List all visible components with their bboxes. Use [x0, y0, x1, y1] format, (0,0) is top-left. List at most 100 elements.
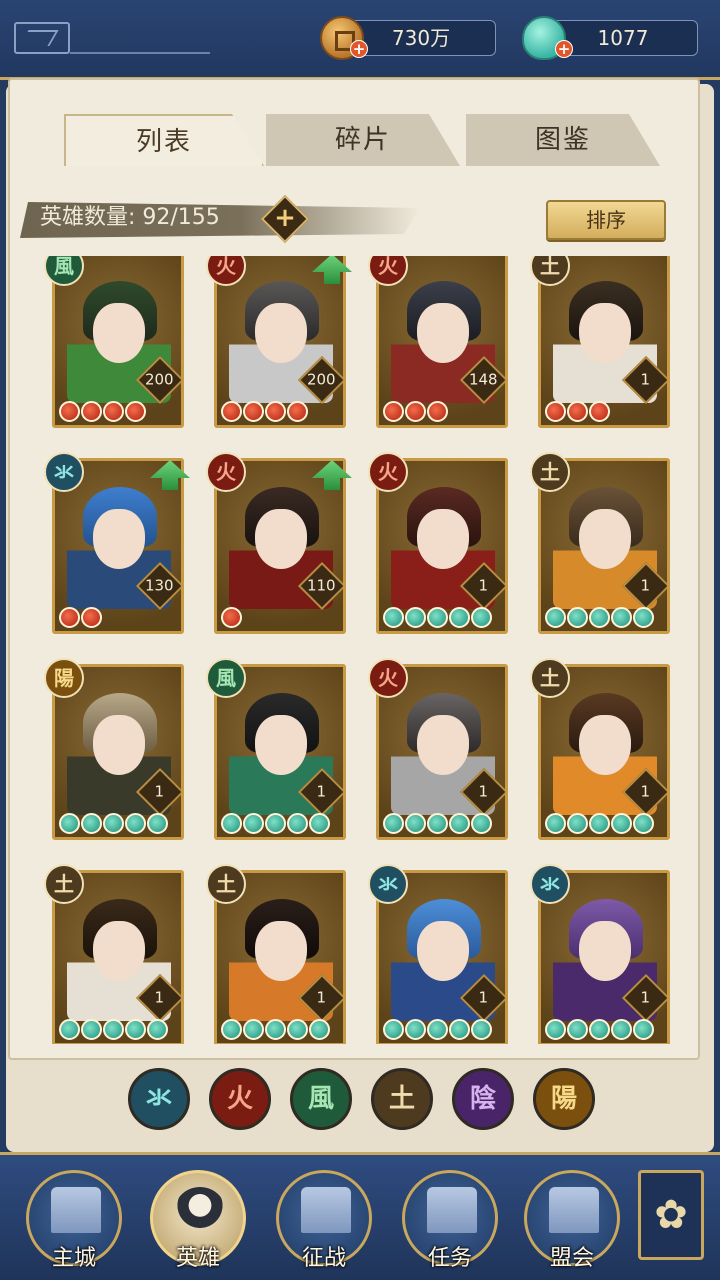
star-icon [265, 813, 286, 834]
fire-element-icon: 火 [368, 658, 408, 698]
sort-button[interactable]: 排序 [546, 200, 666, 240]
star-row [59, 401, 146, 422]
star-icon [243, 1019, 264, 1040]
filter-water-button[interactable]: 氺 [128, 1068, 190, 1130]
pavilion-icon [549, 1187, 599, 1233]
level-text: 130 [144, 576, 174, 595]
star-icon [103, 401, 124, 422]
coin-amount: 730万 [391, 26, 451, 50]
star-icon [589, 1019, 610, 1040]
star-icon [545, 813, 566, 834]
star-row [59, 607, 102, 628]
star-icon [611, 813, 632, 834]
earth-element-icon: 土 [530, 658, 570, 698]
filter-yang-button[interactable]: 陽 [533, 1068, 595, 1130]
star-icon [405, 401, 426, 422]
filter-earth-button[interactable]: 土 [371, 1068, 433, 1130]
hero-face [579, 715, 631, 775]
star-icon [309, 813, 330, 834]
star-icon [383, 607, 404, 628]
four-petal-icon: ✿ [654, 1192, 688, 1238]
earth-element-icon: 土 [206, 864, 246, 904]
star-icon [383, 1019, 404, 1040]
star-icon [471, 813, 492, 834]
star-icon [125, 1019, 146, 1040]
level-text: 200 [306, 370, 336, 389]
water-element-icon: 氺 [368, 864, 408, 904]
star-icon [221, 813, 242, 834]
hero-face [417, 921, 469, 981]
star-row [221, 607, 242, 628]
add-jade-button[interactable]: + [555, 40, 573, 58]
star-icon [309, 1019, 330, 1040]
star-icon [589, 401, 610, 422]
nav-label: 英雄 [175, 1246, 220, 1271]
star-icon [125, 813, 146, 834]
fire-element-icon: 火 [368, 452, 408, 492]
star-row [59, 813, 168, 834]
star-icon [449, 1019, 470, 1040]
star-icon [611, 607, 632, 628]
scroll-icon [427, 1187, 477, 1233]
star-icon [287, 401, 308, 422]
filter-fire-button[interactable]: 火 [209, 1068, 271, 1130]
star-icon [243, 401, 264, 422]
star-icon [125, 401, 146, 422]
star-icon [405, 607, 426, 628]
level-text: 110 [306, 576, 336, 595]
hero-face [579, 921, 631, 981]
level-text: 1 [640, 370, 651, 389]
add-coin-button[interactable]: + [350, 40, 368, 58]
star-icon [545, 1019, 566, 1040]
star-icon [81, 1019, 102, 1040]
hero-face [93, 509, 145, 569]
star-icon [611, 1019, 632, 1040]
water-element-icon: 氺 [44, 452, 84, 492]
star-icon [81, 401, 102, 422]
star-icon [59, 1019, 80, 1040]
star-icon [427, 813, 448, 834]
level-text: 1 [478, 576, 489, 595]
star-icon [545, 607, 566, 628]
tab-fragments[interactable]: 碎片 [266, 114, 460, 166]
star-icon [243, 813, 264, 834]
level-text: 1 [640, 988, 651, 1007]
star-icon [383, 813, 404, 834]
star-icon [427, 401, 448, 422]
star-icon [405, 813, 426, 834]
star-icon [147, 813, 168, 834]
menu-button[interactable]: ✿ [638, 1170, 704, 1260]
star-icon [103, 813, 124, 834]
star-row [221, 813, 330, 834]
nav-label: 盟会 [549, 1246, 594, 1271]
star-icon [589, 813, 610, 834]
nav-label: 任务 [427, 1246, 472, 1271]
coin-counter[interactable]: 730万 [346, 20, 496, 56]
star-icon [81, 813, 102, 834]
level-text: 1 [478, 988, 489, 1007]
hero-count: 英雄数量: 92/155 [40, 205, 220, 230]
hero-face [255, 509, 307, 569]
battle-horn-icon [301, 1187, 351, 1233]
star-icon [59, 401, 80, 422]
star-icon [383, 401, 404, 422]
hero-face [93, 715, 145, 775]
level-text: 1 [316, 988, 327, 1007]
star-icon [633, 607, 654, 628]
star-icon [633, 813, 654, 834]
star-icon [567, 813, 588, 834]
tab-codex-label: 图鉴 [534, 125, 591, 155]
hero-portrait-icon [175, 1187, 225, 1233]
tab-codex[interactable]: 图鉴 [466, 114, 660, 166]
tab-fragments-label: 碎片 [334, 125, 391, 155]
level-text: 1 [316, 782, 327, 801]
tab-list[interactable]: 列表 [64, 114, 264, 166]
star-icon [287, 813, 308, 834]
star-icon [265, 1019, 286, 1040]
star-icon [545, 401, 566, 422]
star-icon [265, 401, 286, 422]
nav-label: 征战 [301, 1246, 346, 1271]
filter-wind-button[interactable]: 風 [290, 1068, 352, 1130]
star-row [221, 401, 308, 422]
filter-yin-button[interactable]: 陰 [452, 1068, 514, 1130]
